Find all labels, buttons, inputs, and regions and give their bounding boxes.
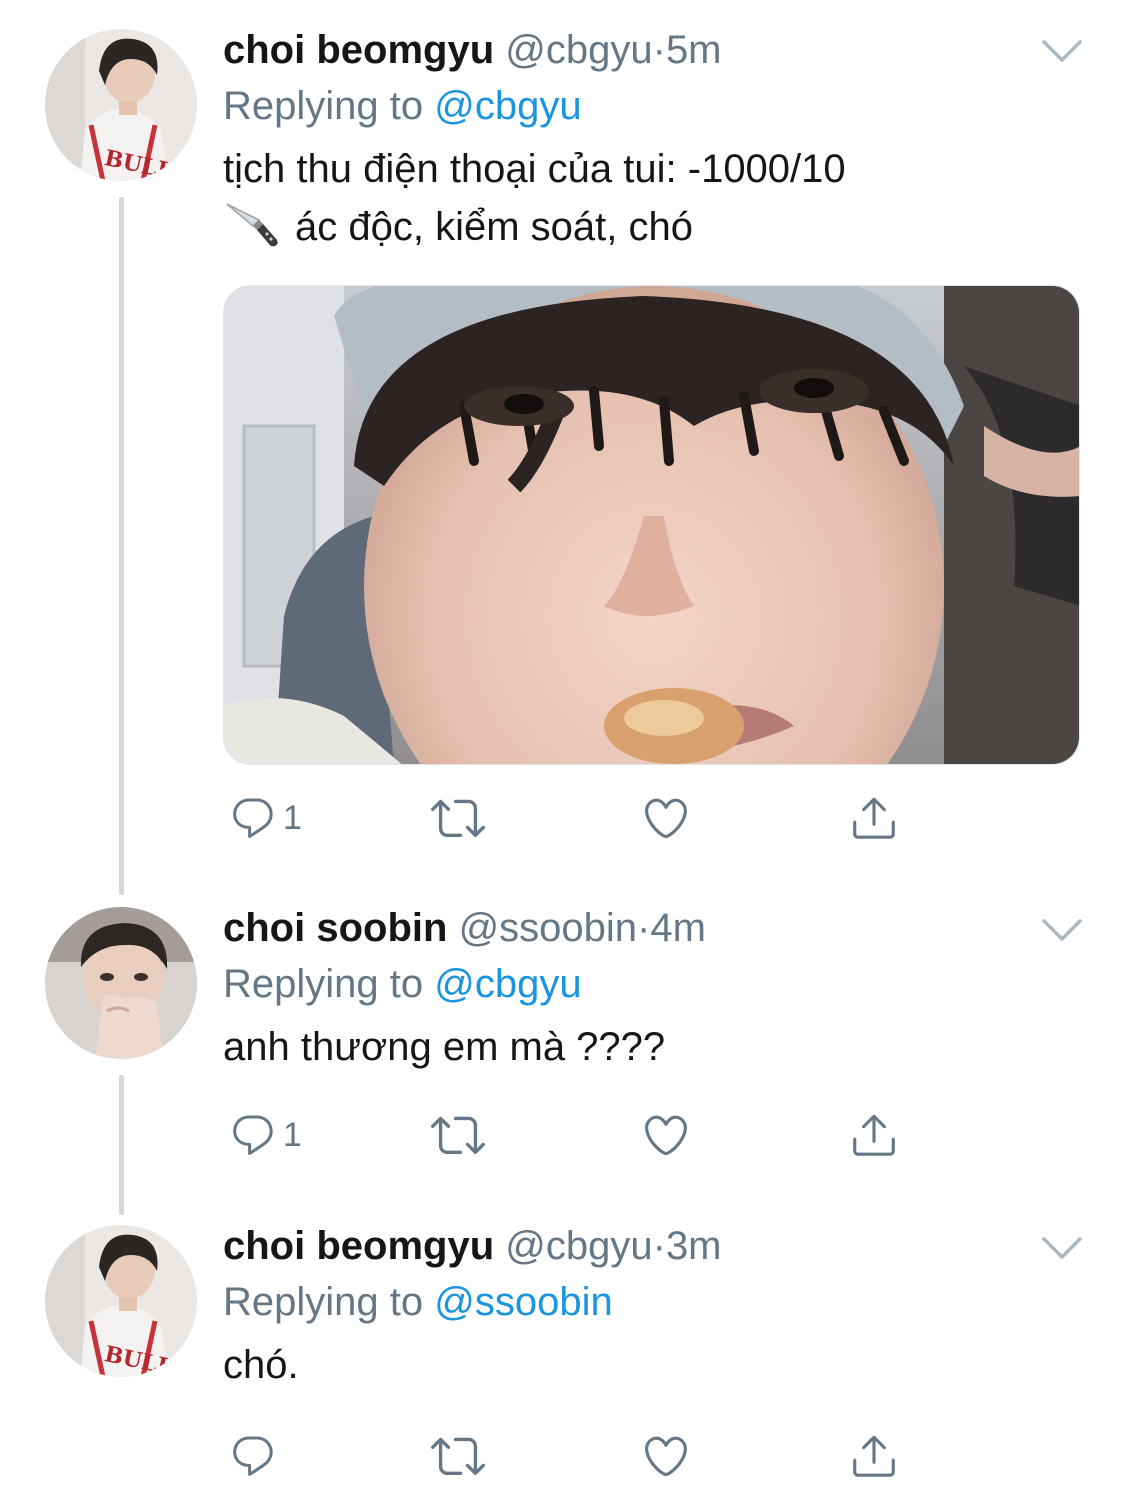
tweet-actions: 1	[223, 1105, 923, 1165]
avatar[interactable]	[45, 29, 197, 181]
share-button[interactable]	[849, 1105, 899, 1165]
handle[interactable]: @ssoobin	[459, 906, 637, 950]
timestamp[interactable]: 4m	[650, 906, 706, 950]
tweet-text-line: anh thương em mà ????	[223, 1025, 666, 1069]
tweet-text: chó.	[223, 1336, 1080, 1394]
knife-icon	[223, 200, 281, 264]
photo-image	[224, 286, 1079, 764]
replying-to: Replying to @ssoobin	[223, 1274, 1080, 1330]
chevron-down-icon[interactable]	[1040, 915, 1084, 945]
timestamp[interactable]: 5m	[666, 28, 722, 72]
share-button[interactable]	[849, 1426, 899, 1486]
like-button[interactable]	[641, 1426, 691, 1486]
reply-icon	[229, 1432, 277, 1480]
reply-icon	[229, 1111, 277, 1159]
thread-line	[119, 197, 124, 895]
reply-count: 1	[283, 1115, 302, 1154]
retweet-button[interactable]	[431, 1426, 485, 1486]
retweet-button[interactable]	[431, 788, 485, 848]
mention-link[interactable]: @ssoobin	[434, 1280, 612, 1324]
separator: ·	[637, 906, 651, 950]
replying-to: Replying to @cbgyu	[223, 78, 1080, 134]
replying-to: Replying to @cbgyu	[223, 956, 1080, 1012]
separator: ·	[652, 1224, 666, 1268]
chevron-down-icon[interactable]	[1040, 1233, 1084, 1263]
replying-prefix: Replying to	[223, 1280, 424, 1324]
reply-count: 1	[283, 798, 302, 837]
heart-icon	[641, 793, 691, 843]
share-icon	[849, 1110, 899, 1160]
tweet-header: choi beomgyu @cbgyu·5m	[223, 22, 1080, 78]
retweet-icon	[431, 1108, 485, 1162]
display-name[interactable]: choi beomgyu	[223, 1224, 494, 1268]
chevron-down-icon[interactable]	[1040, 36, 1084, 66]
replying-prefix: Replying to	[223, 962, 424, 1006]
mention-link[interactable]: @cbgyu	[434, 962, 581, 1006]
separator: ·	[652, 28, 666, 72]
tweet-2[interactable]: choi soobin @ssoobin·4m Replying to @cbg…	[0, 895, 1125, 1215]
avatar[interactable]	[45, 1225, 197, 1377]
tweet-actions: 1	[223, 788, 923, 848]
mention-link[interactable]: @cbgyu	[434, 84, 581, 128]
retweet-icon	[431, 791, 485, 845]
tweet-3[interactable]: choi beomgyu @cbgyu·3m Replying to @ssoo…	[0, 1215, 1125, 1493]
retweet-button[interactable]	[431, 1105, 485, 1165]
timestamp[interactable]: 3m	[666, 1224, 722, 1268]
tweet-text: tịch thu điện thoại của tui: -1000/10 ác…	[223, 140, 1080, 264]
tweet-text: anh thương em mà ????	[223, 1018, 1080, 1076]
display-name[interactable]: choi soobin	[223, 906, 447, 950]
replying-prefix: Replying to	[223, 84, 424, 128]
handle[interactable]: @cbgyu	[505, 28, 652, 72]
reply-button[interactable]: 1	[229, 788, 302, 848]
share-button[interactable]	[849, 788, 899, 848]
tweet-text-line: ác độc, kiểm soát, chó	[295, 205, 693, 249]
thread-line	[119, 1075, 124, 1215]
tweet-header: choi beomgyu @cbgyu·3m	[223, 1218, 1080, 1274]
tweet-text-line: tịch thu điện thoại của tui: -1000/10	[223, 147, 846, 191]
heart-icon	[641, 1110, 691, 1160]
share-icon	[849, 793, 899, 843]
avatar[interactable]	[45, 907, 197, 1059]
reply-icon	[229, 794, 277, 842]
like-button[interactable]	[641, 788, 691, 848]
retweet-icon	[431, 1429, 485, 1483]
heart-icon	[641, 1431, 691, 1481]
reply-button[interactable]	[229, 1426, 283, 1486]
tweet-media-photo[interactable]	[223, 285, 1080, 765]
tweet-1[interactable]: choi beomgyu @cbgyu·5m Replying to @cbgy…	[0, 0, 1125, 895]
tweet-header: choi soobin @ssoobin·4m	[223, 900, 1080, 956]
tweet-text-line: chó.	[223, 1343, 299, 1387]
tweet-actions	[223, 1426, 923, 1486]
handle[interactable]: @cbgyu	[505, 1224, 652, 1268]
display-name[interactable]: choi beomgyu	[223, 28, 494, 72]
like-button[interactable]	[641, 1105, 691, 1165]
share-icon	[849, 1431, 899, 1481]
reply-button[interactable]: 1	[229, 1105, 302, 1165]
